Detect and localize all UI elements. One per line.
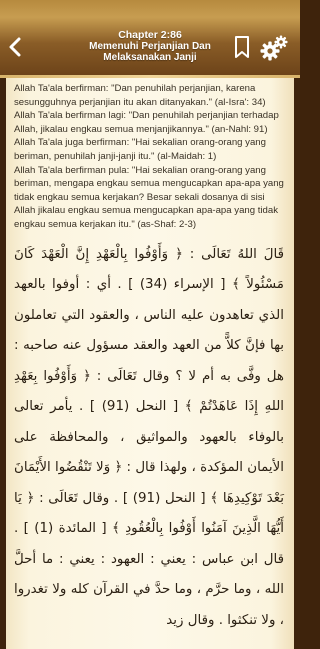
header-title: Chapter 2:86 Memenuhi Perjanjian Dan Mel… (56, 29, 244, 64)
app-screen: Chapter 2:86 Memenuhi Perjanjian Dan Mel… (0, 0, 300, 649)
paragraph: Allah Ta'ala berfirman pula: "Hai sekali… (14, 164, 284, 230)
arabic-paragraph: قَالَ اللهُ تَعَالَى : ﴿ وَأَوْفُوا بِال… (14, 246, 285, 628)
translation-text: Allah Ta'ala berfirman: "Dan penuhilah p… (6, 78, 294, 232)
chapter-title-line-1: Memenuhi Perjanjian Dan (89, 41, 211, 52)
back-button[interactable] (4, 34, 26, 60)
paragraph: Allah Ta'ala juga berfirman: "Hai sekali… (14, 137, 266, 162)
arabic-text: قَالَ اللهُ تَعَالَى : ﴿ وَأَوْفُوا بِال… (6, 232, 294, 637)
navigation-bar: Chapter 2:86 Memenuhi Perjanjian Dan Mel… (0, 0, 300, 78)
settings-button[interactable] (259, 35, 289, 61)
paragraph: Allah Ta'ala berfirman: "Dan penuhilah p… (14, 83, 266, 108)
chapter-number: Chapter 2:86 (118, 29, 182, 41)
gears-icon (260, 35, 288, 61)
bookmark-button[interactable] (233, 35, 251, 59)
reading-page[interactable]: Allah Ta'ala berfirman: "Dan penuhilah p… (6, 78, 294, 649)
bookmark-icon (235, 36, 249, 58)
chapter-title-line-2: Melaksanakan Janji (103, 52, 197, 63)
paragraph: Allah Ta'ala berfirman lagi: "Dan penuhi… (14, 110, 279, 135)
chevron-left-icon (9, 37, 21, 57)
